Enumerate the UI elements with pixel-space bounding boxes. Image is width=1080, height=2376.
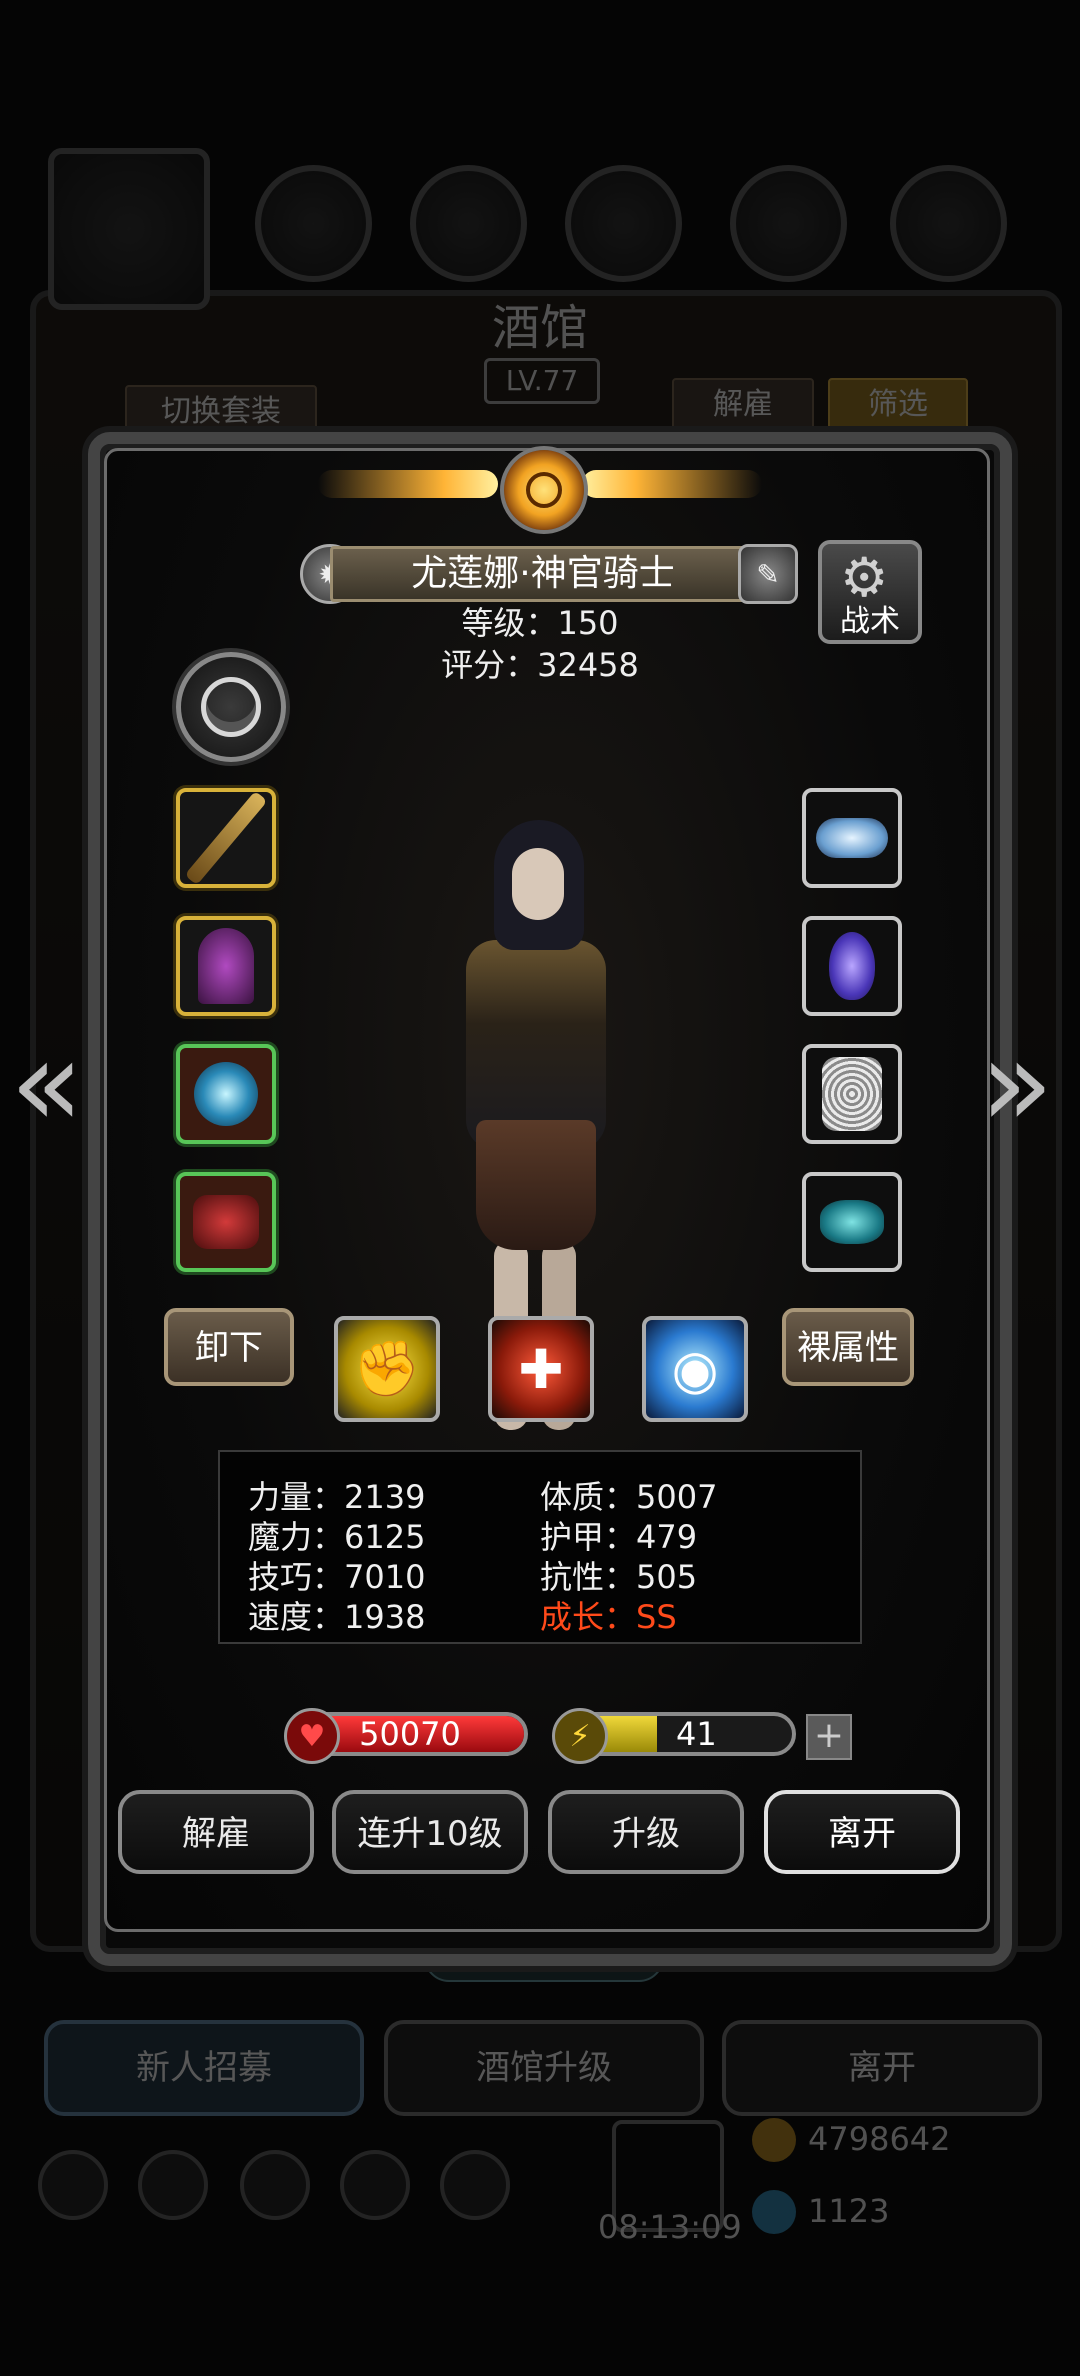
top-nav-icon xyxy=(730,165,847,282)
weapon-mace-slot[interactable] xyxy=(176,788,276,888)
teal-stone-slot[interactable] xyxy=(802,1172,902,1272)
red-gauntlet-slot[interactable] xyxy=(176,1172,276,1272)
tactics-label: 战术 xyxy=(840,604,900,639)
emblem-left-wing xyxy=(318,470,498,498)
edit-name-icon[interactable]: ✎ xyxy=(738,544,798,604)
recruit-button: 新人招募 xyxy=(44,2020,364,2116)
robe-icon xyxy=(198,928,254,1004)
base-stats-button[interactable]: 裸属性 xyxy=(782,1308,914,1386)
emblem-right-wing xyxy=(582,470,762,498)
switch-outfit-button: 切换套装 xyxy=(125,385,317,439)
eye-skill-icon[interactable]: ◉ xyxy=(642,1316,748,1422)
lightning-icon: ⚡ xyxy=(552,1708,608,1764)
level-up-10-button[interactable]: 连升10级 xyxy=(332,1790,528,1874)
gem-amount: 1123 xyxy=(808,2192,890,2230)
attr-speed: 速度：1938 xyxy=(248,1598,426,1636)
heal-cross-skill-icon[interactable]: ✚ xyxy=(488,1316,594,1422)
tavern-title: 酒馆 xyxy=(491,300,588,356)
teal-stone-icon xyxy=(820,1200,884,1244)
top-nav-icon xyxy=(410,165,527,282)
add-energy-button[interactable]: + xyxy=(806,1714,852,1760)
purple-gem-icon xyxy=(829,932,875,1000)
hero-name: 尤莲娜·神官骑士 xyxy=(330,546,756,602)
crown-icon xyxy=(816,818,888,858)
level-up-button[interactable]: 升级 xyxy=(548,1790,744,1874)
tavern-level: LV.77 xyxy=(484,358,600,404)
bg-dismiss-button: 解雇 xyxy=(672,378,814,432)
chainmail-slot[interactable] xyxy=(802,1044,902,1144)
gem-icon xyxy=(752,2190,796,2234)
robe-slot[interactable] xyxy=(176,916,276,1016)
class-emblem-icon[interactable] xyxy=(176,652,286,762)
bottom-nav-icon xyxy=(240,2150,310,2220)
avatar-portrait xyxy=(48,148,210,310)
chainmail-icon xyxy=(822,1057,882,1131)
purple-gem-slot[interactable] xyxy=(802,916,902,1016)
gold-amount: 4798642 xyxy=(808,2120,951,2158)
attr-growth: 成长：SS xyxy=(540,1598,677,1636)
top-nav-icon xyxy=(890,165,1007,282)
mace-icon xyxy=(184,792,268,884)
ice-flower-icon xyxy=(194,1062,258,1126)
bg-leave-button: 离开 xyxy=(722,2020,1042,2116)
top-nav-icon xyxy=(565,165,682,282)
fist-skill-icon[interactable]: ✊ xyxy=(334,1316,440,1422)
gold-coin-icon xyxy=(752,2118,796,2162)
dismiss-button[interactable]: 解雇 xyxy=(118,1790,314,1874)
tactics-button[interactable]: ⚙ 战术 xyxy=(818,540,922,644)
heart-icon: ♥ xyxy=(284,1708,340,1764)
bottom-nav-icon xyxy=(38,2150,108,2220)
top-nav-icon xyxy=(255,165,372,282)
unequip-button[interactable]: 卸下 xyxy=(164,1308,294,1386)
leave-button[interactable]: 离开 xyxy=(764,1790,960,1874)
crown-slot[interactable] xyxy=(802,788,902,888)
bottom-nav-icon xyxy=(340,2150,410,2220)
ice-flower-slot[interactable] xyxy=(176,1044,276,1144)
hero-score: 评分：32458 xyxy=(441,646,639,684)
panel-emblem-icon xyxy=(500,446,588,534)
red-gauntlet-icon xyxy=(193,1195,259,1249)
gift-timer: 08:13:09 xyxy=(598,2208,742,2246)
hero-level: 等级：150 xyxy=(461,604,619,642)
bottom-nav-icon xyxy=(138,2150,208,2220)
previous-hero-arrow-icon[interactable]: « xyxy=(10,1025,83,1145)
filter-button: 筛选 xyxy=(828,378,968,432)
tavern-upgrade-button: 酒馆升级 xyxy=(384,2020,704,2116)
energy-value: 41 xyxy=(676,1715,717,1753)
next-hero-arrow-icon[interactable]: » xyxy=(980,1025,1053,1145)
bottom-nav-icon xyxy=(440,2150,510,2220)
